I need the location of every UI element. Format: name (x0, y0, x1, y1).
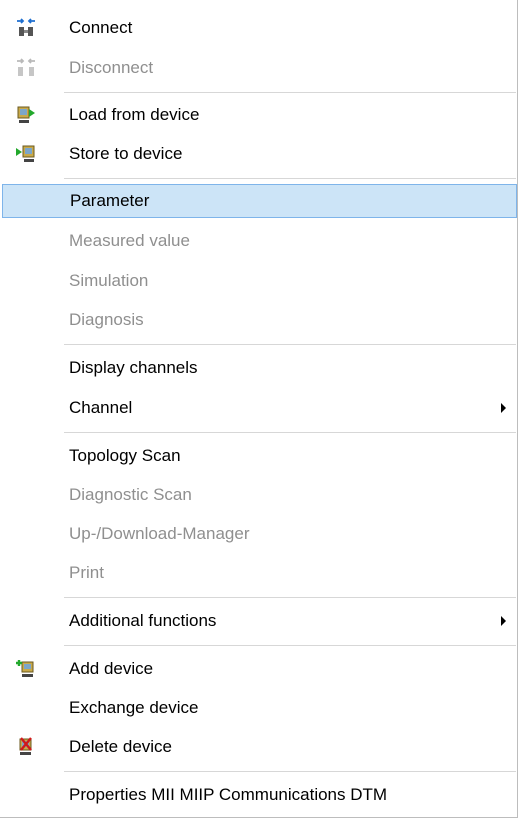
add-device-icon (14, 657, 38, 681)
menu-item-label: Delete device (69, 737, 173, 756)
menu-item-label: Measured value (69, 231, 190, 250)
menu-item-label: Additional functions (69, 611, 217, 630)
menu-item-label: Simulation (69, 271, 149, 290)
menu-item-topology-scan[interactable]: Topology Scan (0, 439, 518, 473)
separator (64, 178, 516, 179)
menu-item-up-download-manager[interactable]: Up-/Download-Manager (0, 517, 518, 551)
submenu-arrow-icon (501, 616, 506, 626)
load-from-device-icon (14, 103, 38, 127)
submenu-arrow-icon (501, 403, 506, 413)
separator (64, 597, 516, 598)
context-menu: Connect Disconnect Load from device Stor… (0, 0, 518, 818)
menu-item-label: Store to device (69, 144, 183, 163)
menu-item-label: Topology Scan (69, 446, 181, 465)
menu-item-disconnect[interactable]: Disconnect (0, 51, 518, 85)
menu-item-parameter[interactable]: Parameter (2, 184, 517, 218)
menu-item-display-channels[interactable]: Display channels (0, 351, 518, 385)
menu-item-label: Display channels (69, 358, 198, 377)
menu-item-label: Disconnect (69, 58, 154, 77)
menu-item-add-device[interactable]: Add device (0, 652, 518, 686)
menu-item-label: Add device (69, 659, 154, 678)
menu-item-label: Exchange device (69, 698, 199, 717)
menu-item-label: Print (69, 563, 104, 582)
menu-item-measured-value[interactable]: Measured value (0, 224, 518, 258)
menu-item-label: Up-/Download-Manager (69, 524, 250, 543)
menu-item-additional-functions[interactable]: Additional functions (0, 604, 518, 638)
connect-icon (14, 16, 38, 40)
menu-item-label: Channel (69, 398, 133, 417)
separator (64, 771, 516, 772)
delete-device-icon (14, 735, 38, 759)
menu-item-store-to-device[interactable]: Store to device (0, 137, 518, 171)
menu-item-label: Load from device (69, 105, 200, 124)
menu-item-label: Parameter (70, 191, 150, 210)
menu-item-label: Diagnostic Scan (69, 485, 192, 504)
menu-item-simulation[interactable]: Simulation (0, 264, 518, 298)
separator (64, 645, 516, 646)
menu-item-diagnostic-scan[interactable]: Diagnostic Scan (0, 478, 518, 512)
menu-item-delete-device[interactable]: Delete device (0, 730, 518, 764)
disconnect-icon (14, 56, 38, 80)
separator (64, 432, 516, 433)
menu-item-connect[interactable]: Connect (0, 11, 518, 45)
store-to-device-icon (14, 142, 38, 166)
menu-item-exchange-device[interactable]: Exchange device (0, 691, 518, 725)
separator (64, 344, 516, 345)
menu-item-print[interactable]: Print (0, 556, 518, 590)
menu-item-label: Properties MII MIIP Communications DTM (69, 785, 388, 804)
menu-item-label: Connect (69, 18, 133, 37)
menu-item-diagnosis[interactable]: Diagnosis (0, 303, 518, 337)
separator (64, 92, 516, 93)
menu-item-channel[interactable]: Channel (0, 391, 518, 425)
menu-item-properties[interactable]: Properties MII MIIP Communications DTM (0, 778, 518, 812)
menu-item-load-from-device[interactable]: Load from device (0, 98, 518, 132)
menu-item-label: Diagnosis (69, 310, 144, 329)
